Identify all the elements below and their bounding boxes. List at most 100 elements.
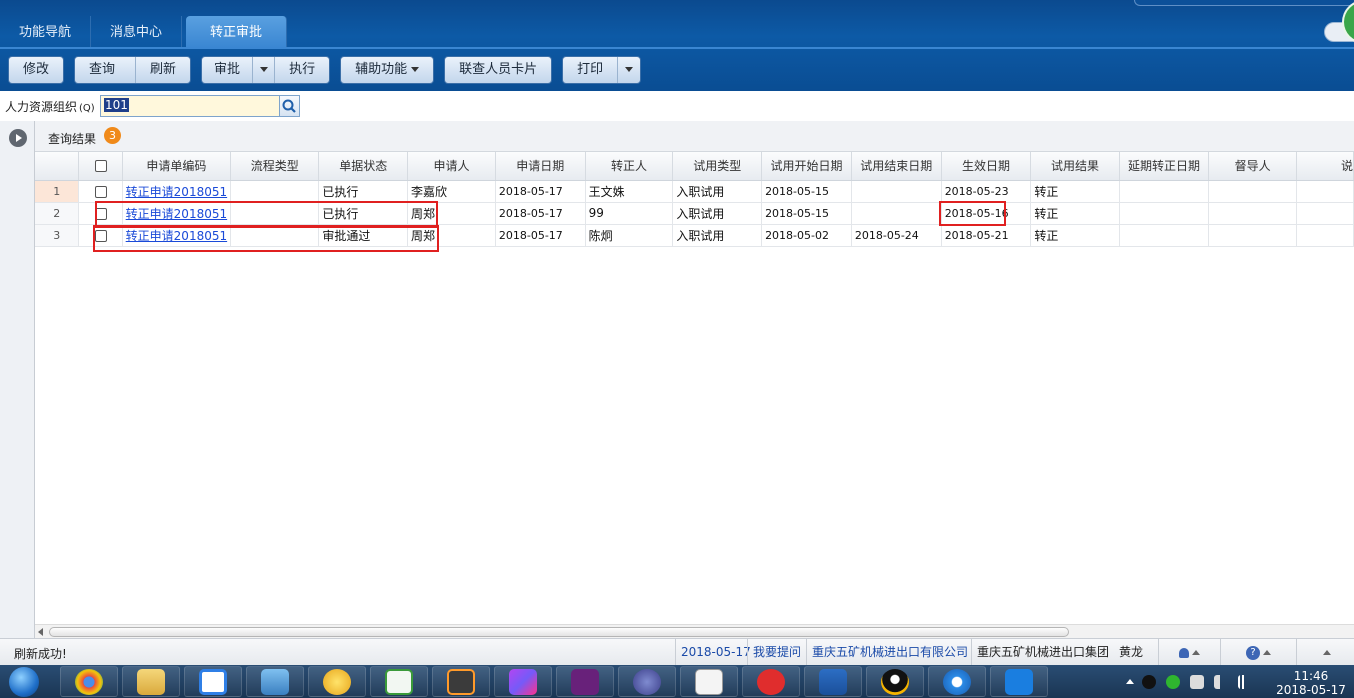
start-date-cell: 2018-05-15	[761, 202, 852, 225]
col-header[interactable]: 生效日期	[941, 152, 1032, 181]
col-header[interactable]: 延期转正日期	[1119, 152, 1210, 181]
taskbar-app[interactable]	[680, 666, 738, 697]
approve-dropdown[interactable]	[253, 57, 276, 83]
print-button[interactable]: 打印	[563, 57, 619, 83]
status-cell: 已执行	[318, 202, 409, 225]
col-header[interactable]: 申请人	[407, 152, 496, 181]
end-date-cell	[851, 180, 942, 203]
left-gutter	[0, 121, 35, 638]
taskbar-app[interactable]	[184, 666, 242, 697]
col-header[interactable]: 督导人	[1208, 152, 1297, 181]
tab-function-nav[interactable]: 功能导航	[0, 16, 92, 48]
show-hidden-icons[interactable]	[1126, 679, 1134, 684]
col-header[interactable]: 试用结果	[1030, 152, 1120, 181]
col-header[interactable]: 转正人	[585, 152, 674, 181]
aux-functions-button[interactable]: 辅助功能	[341, 57, 433, 83]
clock-date: 2018-05-17	[1276, 683, 1346, 697]
col-header[interactable]: 试用开始日期	[761, 152, 852, 181]
expand-status-button[interactable]	[1296, 639, 1354, 666]
taskbar-app[interactable]	[804, 666, 862, 697]
remote-desktop-icon	[261, 669, 289, 695]
col-header[interactable]: 单据状态	[318, 152, 409, 181]
scroll-left-icon[interactable]	[38, 628, 43, 636]
feedback-link[interactable]: 我要提问	[747, 639, 806, 666]
chevron-down-icon	[259, 67, 268, 72]
taskbar-app[interactable]	[556, 666, 614, 697]
col-header[interactable]: 流程类型	[230, 152, 320, 181]
taskbar-app[interactable]	[370, 666, 428, 697]
query-button[interactable]: 查询	[75, 57, 137, 83]
help-icon: ?	[1246, 645, 1260, 660]
status-message: 刷新成功!	[14, 647, 67, 661]
taskbar-app[interactable]	[246, 666, 304, 697]
system-clock[interactable]: 11:46 2018-05-17	[1276, 667, 1346, 698]
taskbar-app[interactable]	[990, 666, 1048, 697]
delay-date-cell	[1119, 224, 1210, 247]
network-signal-icon[interactable]	[1238, 675, 1252, 689]
probation-type-cell: 入职试用	[672, 202, 763, 225]
user-menu-button[interactable]	[1158, 639, 1220, 666]
approve-button[interactable]: 审批	[202, 57, 254, 83]
view-person-card-button[interactable]: 联查人员卡片	[445, 57, 551, 83]
delay-date-cell	[1119, 180, 1210, 203]
company-link[interactable]: 重庆五矿机械进出口有限公司	[806, 639, 973, 666]
col-header[interactable]: 申请单编码	[122, 152, 232, 181]
person-cell: 99	[585, 202, 674, 225]
flow-type-cell	[230, 224, 320, 247]
hr-org-input[interactable]: 101	[100, 95, 280, 117]
table-row[interactable]: 2 转正申请2018051 已执行 周郑 2018-05-17 99 入职试用 …	[35, 202, 1354, 225]
tab-probation-approval[interactable]: 转正审批	[186, 16, 288, 48]
table-row[interactable]: 1 转正申请2018051 已执行 李嘉欣 2018-05-17 王文姝 入职试…	[35, 180, 1354, 203]
taskbar-app[interactable]	[742, 666, 800, 697]
usb-tray-icon[interactable]	[1190, 675, 1204, 689]
green-plus-tray-icon[interactable]	[1166, 675, 1180, 689]
eclipse-icon	[633, 669, 661, 695]
chevron-down-icon	[411, 67, 420, 72]
tab-message-center[interactable]: 消息中心	[91, 16, 183, 48]
phpstorm-icon	[509, 669, 537, 695]
nc-client-icon	[1005, 669, 1033, 695]
taskbar-app[interactable]	[618, 666, 676, 697]
refresh-button[interactable]: 刷新	[136, 57, 190, 83]
taskbar-app[interactable]	[432, 666, 490, 697]
supervisor-cell	[1208, 202, 1297, 225]
main-tabs: 功能导航 消息中心 转正审批	[0, 16, 288, 48]
help-button[interactable]: ?	[1220, 639, 1296, 666]
select-all-checkbox[interactable]	[94, 160, 107, 173]
scrollbar-thumb[interactable]	[49, 627, 1069, 637]
taskbar-app[interactable]	[928, 666, 986, 697]
application-code-link[interactable]: 转正申请2018051	[126, 229, 227, 243]
start-button[interactable]	[2, 666, 56, 697]
expand-panel-icon[interactable]	[9, 129, 27, 147]
taskbar-app[interactable]	[308, 666, 366, 697]
apply-date-cell: 2018-05-17	[495, 224, 586, 247]
col-header[interactable]: 申请日期	[495, 152, 586, 181]
taskbar-app[interactable]	[60, 666, 118, 697]
search-button[interactable]	[279, 95, 300, 117]
taskbar-app[interactable]	[866, 666, 924, 697]
table-row[interactable]: 3 转正申请2018051 审批通过 周郑 2018-05-17 陈炯 入职试用…	[35, 224, 1354, 247]
results-table: 申请单编码 流程类型 单据状态 申请人 申请日期 转正人 试用类型 试用开始日期…	[35, 152, 1354, 247]
horizontal-scrollbar[interactable]	[35, 624, 1354, 638]
extra-cell	[1296, 180, 1354, 203]
col-header[interactable]: 试用结束日期	[851, 152, 942, 181]
results-grid: 申请单编码 流程类型 单据状态 申请人 申请日期 转正人 试用类型 试用开始日期…	[35, 152, 1354, 624]
row-checkbox[interactable]	[94, 229, 107, 242]
row-checkbox[interactable]	[94, 207, 107, 220]
application-code-link[interactable]: 转正申请2018051	[126, 207, 227, 221]
chevron-down-icon	[625, 67, 634, 72]
application-code-link[interactable]: 转正申请2018051	[126, 185, 227, 199]
row-checkbox[interactable]	[94, 185, 107, 198]
person-cell: 陈炯	[585, 224, 674, 247]
execute-button[interactable]: 执行	[275, 57, 329, 83]
taskbar-app[interactable]	[122, 666, 180, 697]
edit-button[interactable]: 修改	[9, 57, 63, 83]
qq-tray-icon[interactable]	[1142, 675, 1156, 689]
col-header[interactable]: 试用类型	[672, 152, 763, 181]
taskbar-app[interactable]	[494, 666, 552, 697]
print-dropdown[interactable]	[618, 57, 640, 83]
volume-icon[interactable]	[1214, 675, 1228, 689]
qq-icon	[881, 669, 909, 695]
col-header[interactable]: 说	[1296, 152, 1354, 181]
user-name: 黄龙	[1119, 645, 1144, 659]
